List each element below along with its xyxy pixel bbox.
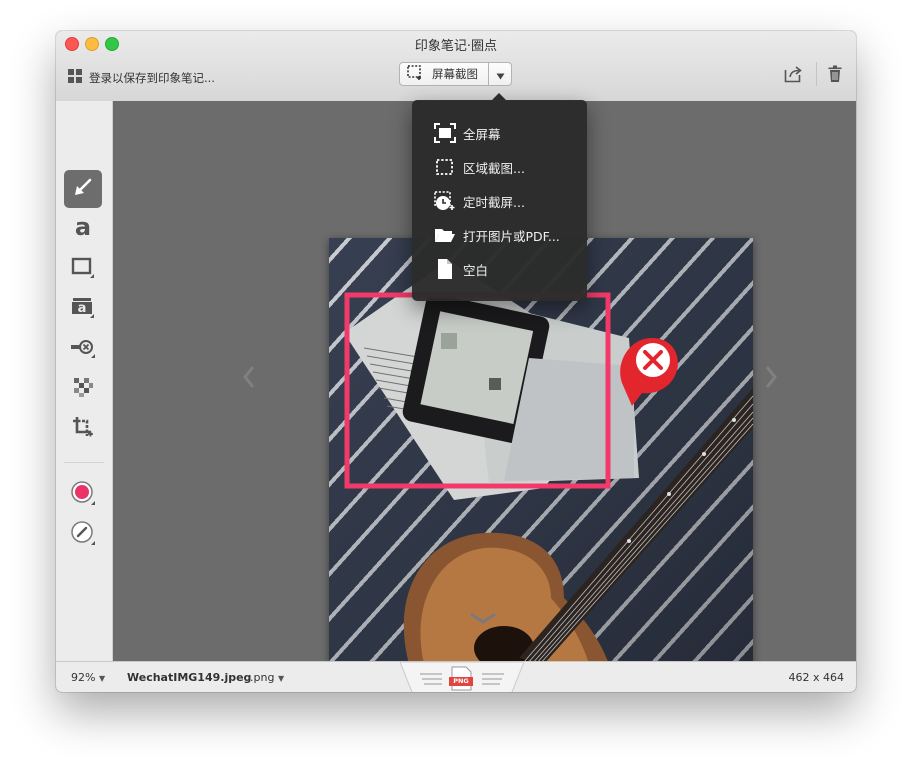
triangle-down-icon: ▼ [277, 674, 285, 683]
region-capture-icon [433, 155, 457, 179]
menu-label-region: 区域截图... [463, 160, 525, 176]
menu-item-open-file[interactable]: 打开图片或PDF... [412, 220, 587, 250]
crop-tool[interactable] [64, 410, 102, 448]
capture-dropdown-menu: 全屏幕 区域截图... 定时截屏... 打开图片或PDF... 空白 [412, 93, 587, 301]
timer-capture-icon [433, 189, 457, 213]
title-toolbar: 印象笔记·圈点 登录以保存到印象笔记... 屏幕截图 [56, 31, 856, 102]
blank-document-icon [433, 257, 457, 281]
stroke-width-icon [70, 520, 96, 550]
arrow-icon [72, 176, 94, 202]
menu-label-fullscreen: 全屏幕 [463, 126, 501, 142]
tool-separator [64, 462, 104, 463]
menu-label-blank: 空白 [463, 262, 489, 278]
screenshot-image[interactable] [329, 238, 753, 661]
svg-text:a: a [78, 301, 87, 316]
status-bar: 92% ▼ WechatIMG149.jpeg .png ▼ PNG 462 x… [56, 661, 856, 692]
grid-icon [68, 68, 82, 87]
region-capture-icon [406, 64, 424, 84]
image-dimensions: 462 x 464 [788, 671, 845, 684]
text-a-icon: a [72, 213, 94, 242]
delete-button[interactable] [828, 65, 842, 87]
menu-item-timed[interactable]: 定时截屏... [412, 186, 587, 216]
color-swatch-icon [70, 480, 96, 510]
menu-item-region[interactable]: 区域截图... [412, 152, 587, 182]
text-tool[interactable]: a [64, 210, 102, 248]
line-width-picker[interactable] [64, 516, 102, 554]
triangle-down-icon: ▼ [98, 674, 106, 683]
menu-item-blank[interactable]: 空白 [412, 254, 587, 284]
chevron-down-icon [470, 609, 496, 628]
stamp-text-tool[interactable]: a [64, 290, 102, 328]
capture-menu-toggle[interactable] [489, 63, 511, 85]
pixelate-tool[interactable] [64, 370, 102, 408]
rectangle-icon [71, 256, 95, 282]
share-button[interactable] [784, 65, 803, 87]
previous-arrow[interactable] [243, 366, 255, 392]
png-badge: PNG [453, 677, 469, 685]
triangle-down-icon [496, 65, 505, 84]
eraser-blur-icon [70, 336, 96, 362]
color-picker[interactable] [64, 476, 102, 514]
trash-icon [828, 65, 842, 87]
svg-text:a: a [75, 216, 91, 238]
chevron-right-icon [765, 366, 777, 392]
window-title: 印象笔记·圈点 [414, 39, 498, 54]
login-button[interactable]: 登录以保存到印象笔记... [68, 68, 215, 87]
capture-split-button[interactable]: 屏幕截图 [399, 62, 512, 86]
filename[interactable]: WechatIMG149.jpeg [127, 671, 251, 684]
next-arrow[interactable] [765, 366, 777, 392]
drag-save-tab[interactable]: PNG [400, 662, 524, 692]
crop-icon [72, 416, 94, 442]
fullscreen-icon [433, 121, 457, 145]
tool-palette: a a [56, 101, 113, 661]
menu-label-open-file: 打开图片或PDF... [463, 228, 560, 244]
next-down-arrow[interactable] [470, 609, 496, 628]
folder-open-icon [433, 223, 457, 247]
format-label: .png [250, 671, 275, 684]
highlighter-tool[interactable] [64, 330, 102, 368]
menu-label-timed: 定时截屏... [463, 194, 525, 210]
rectangle-tool[interactable] [64, 250, 102, 288]
capture-label: 屏幕截图 [432, 67, 478, 81]
toolbar-separator [816, 62, 817, 86]
share-icon [784, 66, 803, 87]
capture-button[interactable]: 屏幕截图 [400, 63, 488, 85]
arrow-tool[interactable] [64, 170, 102, 208]
highlight-text-icon: a [71, 296, 95, 322]
login-label: 登录以保存到印象笔记... [89, 70, 215, 85]
chevron-left-icon [243, 366, 255, 392]
zoom-dropdown[interactable]: 92% ▼ [71, 671, 105, 684]
format-dropdown[interactable]: .png ▼ [250, 671, 284, 684]
mosaic-icon [72, 376, 94, 402]
menu-item-fullscreen[interactable]: 全屏幕 [412, 118, 587, 148]
zoom-level: 92% [71, 671, 96, 684]
app-window: 印象笔记·圈点 登录以保存到印象笔记... 屏幕截图 a a 92% ▼ Wec… [56, 31, 856, 692]
